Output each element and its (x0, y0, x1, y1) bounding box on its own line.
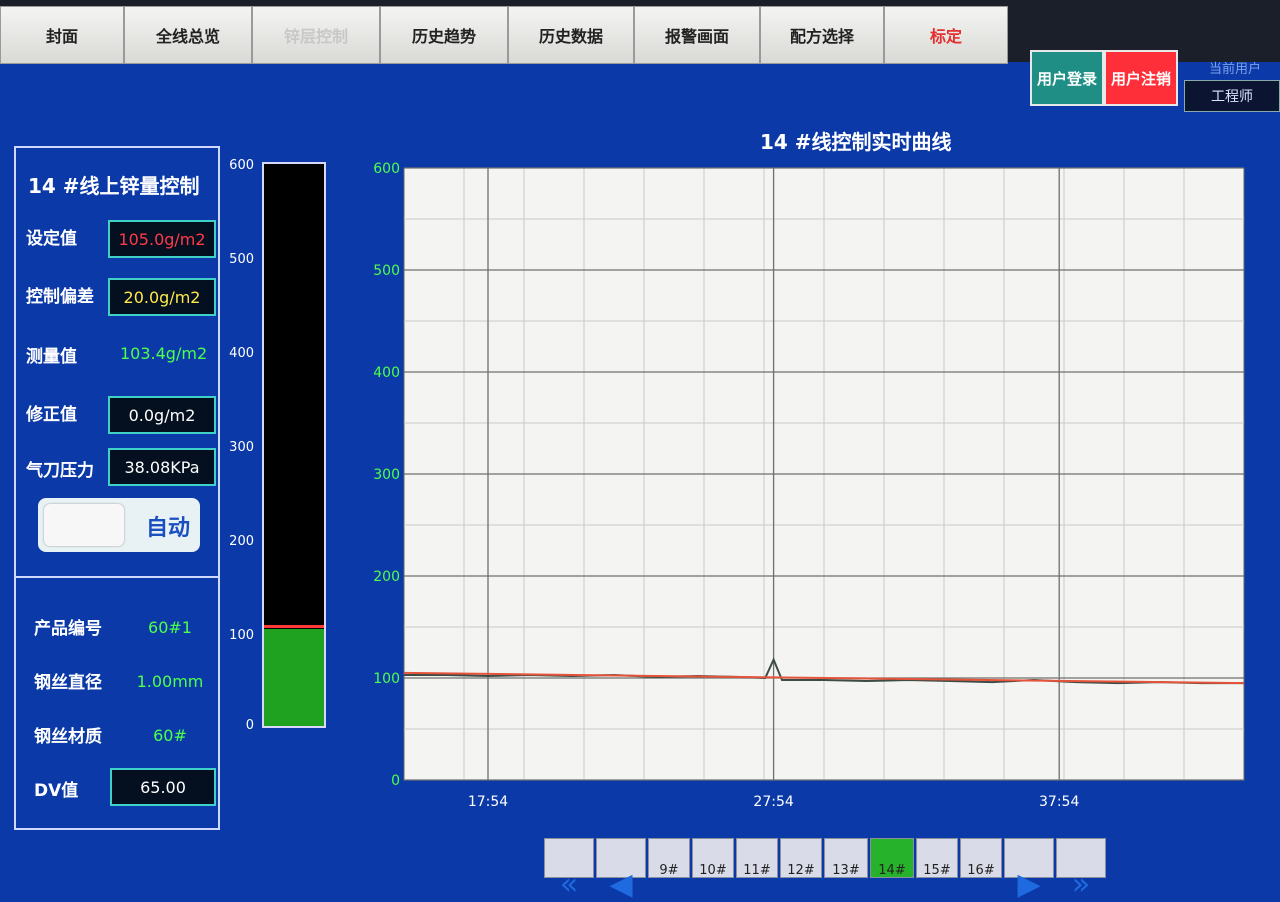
tab-zinc-control[interactable]: 锌层控制 (252, 6, 380, 64)
x-tick-label: 17:54 (468, 794, 508, 810)
gauge-tick: 600 (229, 158, 254, 173)
prev-page-button[interactable]: ◀ (596, 838, 646, 902)
wire-diameter-value: 1.00mm (136, 672, 204, 691)
tab-cover[interactable]: 封面 (0, 6, 124, 64)
line-button[interactable]: 11# (736, 838, 778, 878)
line-button[interactable]: 10# (692, 838, 734, 878)
tab-line-overview[interactable]: 全线总览 (124, 6, 252, 64)
tab-recipe[interactable]: 配方选择 (760, 6, 884, 64)
setpoint-label: 设定值 (26, 229, 77, 249)
y-tick-label: 500 (373, 263, 400, 279)
line-button[interactable]: 9# (648, 838, 690, 878)
right-arrow-icon: ▶ (1017, 867, 1041, 902)
tab-alarm[interactable]: 报警画面 (634, 6, 760, 64)
realtime-chart: 0 100 200 300 400 500 600 17:54 27:54 37:54 (373, 161, 1245, 810)
line-button[interactable]: 12# (780, 838, 822, 878)
y-tick-label: 100 (373, 671, 400, 687)
double-left-arrow-icon: « (559, 867, 579, 902)
correction-field[interactable]: 0.0g/m2 (108, 396, 216, 434)
product-no-value: 60#1 (148, 618, 192, 637)
y-tick-label: 200 (373, 569, 400, 585)
mode-label: 自动 (145, 516, 190, 541)
x-tick-label: 27:54 (753, 794, 793, 810)
current-user-label: 当前用户 (1208, 62, 1261, 77)
wire-material-label: 钢丝材质 (34, 727, 102, 747)
y-tick-label: 400 (373, 365, 400, 381)
panel-divider (16, 576, 218, 578)
gauge-setpoint-marker (264, 624, 324, 628)
gauge-tick: 400 (229, 346, 254, 361)
first-page-button[interactable]: « (544, 838, 594, 902)
current-user-value: 工程师 (1184, 80, 1280, 112)
line-button[interactable]: 15# (916, 838, 958, 878)
double-right-arrow-icon: » (1071, 867, 1091, 902)
y-tick-label: 0 (391, 773, 400, 789)
next-page-button[interactable]: ▶ (1004, 838, 1054, 902)
left-arrow-icon: ◀ (609, 867, 633, 902)
setpoint-field[interactable]: 105.0g/m2 (108, 220, 216, 258)
line-button[interactable]: 13# (824, 838, 868, 878)
gauge-tick: 200 (229, 534, 254, 549)
pressure-field[interactable]: 38.08KPa (108, 448, 216, 486)
panel-title: 14 #线上锌量控制 (28, 174, 200, 198)
gauge-fill (264, 629, 324, 726)
pressure-label: 气刀压力 (26, 461, 94, 481)
measured-label: 测量值 (26, 347, 77, 367)
gauge-tick: 100 (229, 628, 254, 643)
line-button-active[interactable]: 14# (870, 838, 914, 878)
y-tick-label: 600 (373, 161, 400, 177)
deviation-label: 控制偏差 (26, 287, 94, 307)
dv-field[interactable]: 65.00 (110, 768, 216, 806)
login-button[interactable]: 用户登录 (1030, 50, 1104, 106)
measured-value: 103.4g/m2 (120, 344, 208, 363)
auto-mode-toggle[interactable]: 自动 (38, 498, 200, 552)
product-no-label: 产品编号 (34, 619, 102, 639)
zinc-control-panel: 14 #线上锌量控制 设定值 105.0g/m2 控制偏差 20.0g/m2 测… (14, 146, 220, 830)
gauge-tick: 300 (229, 440, 254, 455)
wire-diameter-label: 钢丝直径 (34, 673, 102, 693)
chart-title: 14 #线控制实时曲线 (760, 130, 952, 154)
x-tick-label: 37:54 (1039, 794, 1079, 810)
gauge-tick: 0 (245, 718, 254, 733)
y-tick-label: 300 (373, 467, 400, 483)
wire-material-value: 60# (153, 726, 187, 745)
gauge-scale: 600 500 400 300 200 100 0 (222, 158, 260, 733)
tab-history-data[interactable]: 历史数据 (508, 6, 634, 64)
last-page-button[interactable]: » (1056, 838, 1106, 902)
dv-label: DV值 (34, 781, 79, 801)
correction-label: 修正值 (26, 405, 77, 425)
toggle-knob (44, 504, 124, 546)
tab-history-trend[interactable]: 历史趋势 (380, 6, 508, 64)
tab-calibration[interactable]: 标定 (884, 6, 1008, 64)
zinc-level-gauge (262, 162, 326, 728)
line-button[interactable]: 16# (960, 838, 1002, 878)
gauge-tick: 500 (229, 252, 254, 267)
logout-button[interactable]: 用户注销 (1104, 50, 1178, 106)
deviation-field[interactable]: 20.0g/m2 (108, 278, 216, 316)
